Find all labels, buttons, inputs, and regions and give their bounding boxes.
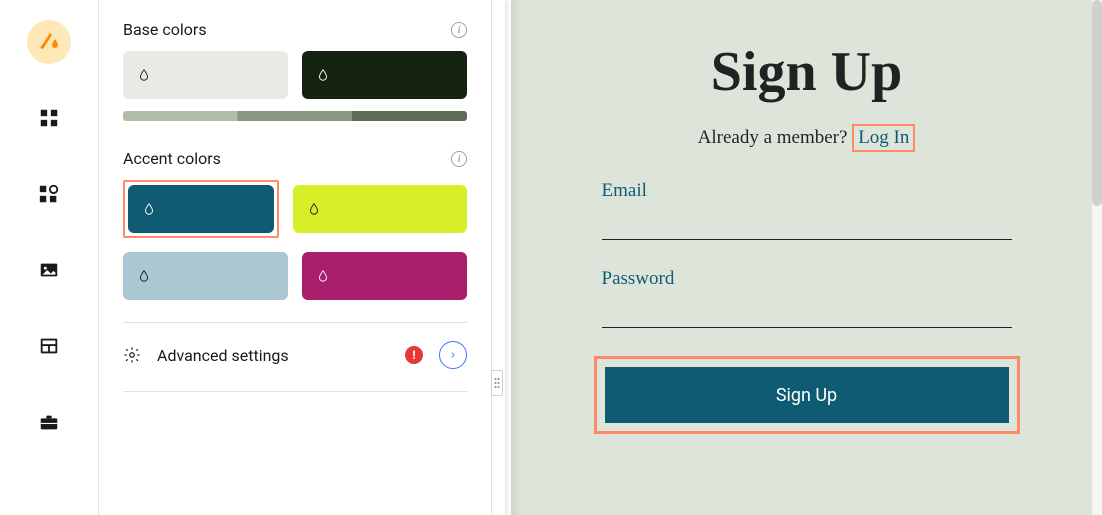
drop-icon [137, 68, 151, 82]
accent-swatch-1[interactable] [128, 185, 274, 233]
base-swatch-1[interactable] [123, 51, 288, 99]
drop-icon [137, 269, 151, 283]
signup-button-highlight: Sign Up [594, 356, 1020, 434]
panel-divider [123, 391, 467, 392]
accent-swatch-2[interactable] [293, 185, 467, 233]
preview-pane: Sign Up Already a member? Log In Email P… [511, 0, 1102, 515]
rail-grid[interactable] [27, 96, 71, 140]
grid-icon [38, 107, 60, 129]
warning-badge: ! [405, 346, 423, 364]
chevron-right-icon [448, 350, 458, 360]
advanced-settings-label: Advanced settings [157, 346, 389, 365]
drop-icon [142, 202, 156, 216]
signup-title: Sign Up [567, 40, 1046, 104]
password-field[interactable] [602, 304, 1012, 328]
rail-theme[interactable] [27, 20, 71, 64]
rail-briefcase[interactable] [27, 400, 71, 444]
scrollbar-thumb[interactable] [1092, 0, 1102, 206]
password-label: Password [602, 268, 1012, 290]
panel-resizer[interactable] [491, 0, 511, 515]
rail-layout[interactable] [27, 324, 71, 368]
member-text: Already a member? [698, 127, 853, 148]
advanced-settings-row[interactable]: Advanced settings ! [123, 341, 467, 369]
login-link[interactable]: Log In [858, 127, 909, 149]
selected-accent-highlight [123, 180, 279, 238]
theme-icon [37, 30, 61, 54]
expand-advanced-button[interactable] [439, 341, 467, 369]
drop-icon [316, 68, 330, 82]
rail-widgets[interactable] [27, 172, 71, 216]
accent-swatches-row2 [123, 252, 467, 300]
base-gradient-bar [123, 111, 467, 121]
info-icon[interactable]: i [451, 151, 467, 167]
panel-divider [123, 322, 467, 323]
settings-panel: Base colors i Accent colors i [99, 0, 491, 515]
signup-form: Sign Up Already a member? Log In Email P… [567, 40, 1046, 434]
briefcase-icon [38, 411, 60, 433]
base-swatches [123, 51, 467, 99]
drop-icon [316, 269, 330, 283]
member-line: Already a member? Log In [567, 124, 1046, 152]
signup-button[interactable]: Sign Up [605, 367, 1009, 423]
widgets-icon [38, 183, 60, 205]
layout-icon [38, 335, 60, 357]
preview-scrollbar[interactable] [1092, 0, 1102, 515]
accent-swatch-4[interactable] [302, 252, 467, 300]
drag-handle-icon [494, 377, 500, 389]
base-swatch-2[interactable] [302, 51, 467, 99]
image-icon [38, 259, 60, 281]
gear-icon [123, 346, 141, 364]
info-icon[interactable]: i [451, 22, 467, 38]
email-label: Email [602, 180, 1012, 202]
resizer-handle[interactable] [491, 370, 503, 396]
email-field[interactable] [602, 216, 1012, 240]
accent-colors-title: Accent colors [123, 149, 221, 168]
accent-swatch-3[interactable] [123, 252, 288, 300]
drop-icon [307, 202, 321, 216]
base-colors-title: Base colors [123, 20, 207, 39]
login-highlight: Log In [852, 124, 915, 152]
icon-rail [0, 0, 98, 515]
rail-image[interactable] [27, 248, 71, 292]
accent-swatches-row1 [123, 180, 467, 238]
